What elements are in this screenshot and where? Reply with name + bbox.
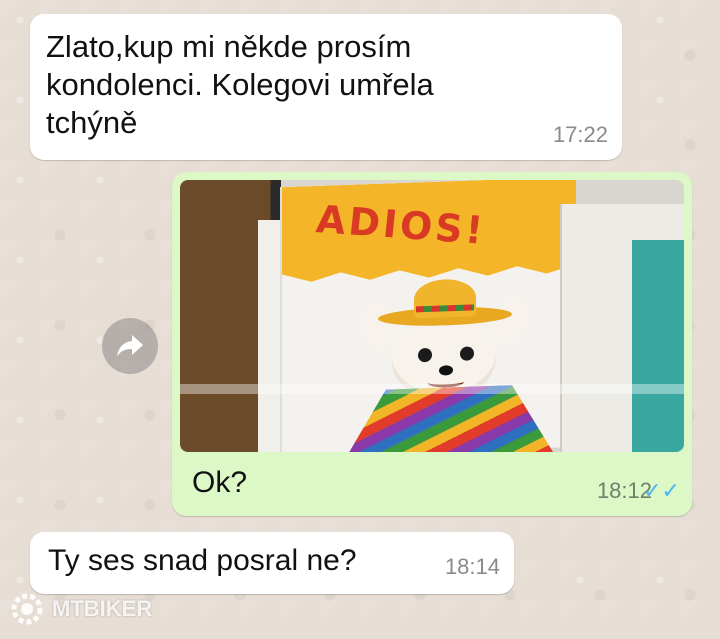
greeting-card: ADIOS! — [280, 180, 576, 452]
gear-logo-icon — [11, 593, 43, 625]
forward-arrow-icon — [117, 335, 143, 357]
message-text: Ty ses snad posral ne? — [48, 544, 357, 577]
teal-card — [632, 240, 684, 452]
incoming-message[interactable]: Ty ses snad posral ne? 18:14 — [30, 532, 514, 594]
message-text: Zlato,kup mi někde prosím kondolenci. Ko… — [46, 29, 434, 140]
photo-caption: Ok? — [192, 466, 248, 499]
outgoing-message[interactable]: ADIOS! Ok? 18:12 ✓✓ — [172, 172, 692, 516]
message-time: 18:14 — [444, 554, 500, 579]
double-check-icon: ✓✓ — [643, 478, 680, 503]
watermark: MTBIKER — [10, 592, 152, 626]
incoming-message[interactable]: Zlato,kup mi někde prosím kondolenci. Ko… — [30, 14, 622, 160]
watermark-text: MTBIKER — [52, 596, 153, 621]
message-photo[interactable]: ADIOS! — [180, 180, 684, 452]
sombrero-crown — [414, 278, 476, 319]
forward-button[interactable] — [102, 318, 158, 374]
message-time: 17:22 — [552, 122, 608, 147]
shelf-rail — [180, 384, 684, 394]
